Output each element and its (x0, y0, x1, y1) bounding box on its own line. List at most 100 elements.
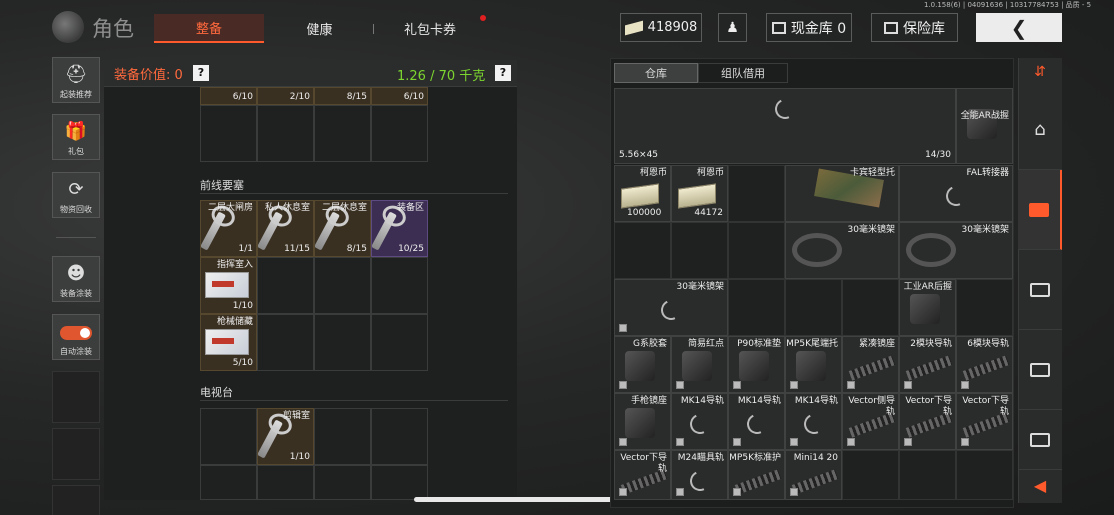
grid-cell[interactable] (257, 314, 314, 371)
grid-cell[interactable] (257, 105, 314, 162)
key-item[interactable]: 私人休息室 11/15 (257, 200, 314, 257)
scope-mount-item[interactable]: 30毫米镜架 (614, 279, 728, 336)
grid-cell[interactable] (728, 279, 785, 336)
cash-vault-label: 现金库 0 (790, 20, 847, 37)
item-name: 30毫米镜架 (961, 225, 1009, 235)
loadout-recommend-button[interactable]: ⛑ 起装推荐 (52, 57, 100, 103)
grid-cell[interactable] (956, 450, 1013, 500)
grid-cell[interactable] (371, 465, 428, 500)
grid-cell[interactable] (257, 465, 314, 500)
nav-home[interactable]: ⌂ (1018, 90, 1062, 170)
attachment-item[interactable]: MK14导轨 (671, 393, 728, 450)
safe-button[interactable]: 保险库 (871, 13, 958, 42)
item-name: 30毫米镜架 (676, 282, 724, 292)
grid-cell[interactable] (314, 314, 371, 371)
grid-cell[interactable] (314, 257, 371, 314)
attachment-item[interactable]: 2模块导轨 (899, 336, 956, 393)
attachment-item[interactable]: 简易红点 (671, 336, 728, 393)
back-button[interactable]: ❮ (976, 13, 1062, 42)
key-item[interactable]: 6/10 (200, 87, 257, 105)
grid-cell[interactable] (200, 105, 257, 162)
grid-cell[interactable] (371, 257, 428, 314)
item-count: 5/10 (232, 358, 253, 368)
attachment-item[interactable]: 紧凑镜座 (842, 336, 899, 393)
grid-cell[interactable] (371, 408, 428, 465)
key-item[interactable]: 二层休息室 8/15 (314, 200, 371, 257)
grid-cell[interactable] (314, 408, 371, 465)
attachment-item[interactable]: MK14导轨 (728, 393, 785, 450)
grid-cell[interactable] (314, 465, 371, 500)
attachment-item[interactable]: M24瞄具轨 (671, 450, 728, 500)
attachment-item[interactable]: 6模块导轨 (956, 336, 1013, 393)
attachment-item[interactable]: P90标准垫 (728, 336, 785, 393)
tab-gift-cards[interactable]: 礼包卡券 (380, 14, 480, 43)
tab-health[interactable]: 健康 (272, 14, 367, 43)
adapter-item[interactable]: FAL转接器 (899, 165, 1013, 222)
scope-mount-item[interactable]: 30毫米镜架 (785, 222, 899, 279)
nav-storage-1[interactable] (1018, 170, 1062, 250)
stock-item[interactable]: 卡宾轻型托 (785, 165, 899, 222)
ammo-item[interactable]: 5.56×45 14/30 (614, 88, 956, 164)
attachment-item[interactable]: MK14导轨 (785, 393, 842, 450)
item-name: Vector下导轨 (962, 396, 1009, 417)
scope-mount-item[interactable]: 30毫米镜架 (899, 222, 1013, 279)
key-item[interactable]: 剪辑室 1/10 (257, 408, 314, 465)
tab-equip[interactable]: 整备 (154, 14, 264, 43)
gift-button[interactable]: 🎁 礼包 (52, 114, 100, 160)
key-item[interactable]: 装备区 10/25 (371, 200, 428, 257)
trader-button[interactable]: ♟ (718, 13, 747, 42)
grid-cell[interactable] (371, 314, 428, 371)
help-icon[interactable]: ? (495, 65, 511, 81)
grid-cell[interactable] (728, 222, 785, 279)
key-item[interactable]: 2/10 (257, 87, 314, 105)
tab-warehouse[interactable]: 仓库 (614, 63, 698, 83)
coin-item[interactable]: 柯恩币 100000 (614, 165, 671, 222)
grid-cell[interactable] (314, 105, 371, 162)
key-item[interactable]: 6/10 (371, 87, 428, 105)
grid-cell[interactable] (728, 165, 785, 222)
auto-skin-toggle[interactable]: 自动涂装 (52, 314, 100, 360)
grid-cell[interactable] (614, 222, 671, 279)
coin-item[interactable]: 柯恩币 44172 (671, 165, 728, 222)
grid-cell[interactable] (785, 279, 842, 336)
grid-cell[interactable] (200, 465, 257, 500)
sort-icon[interactable]: ⇵ (1028, 64, 1052, 80)
nav-storage-4[interactable] (1018, 410, 1062, 470)
toggle-switch[interactable] (60, 326, 92, 340)
currency-display[interactable]: 418908 (620, 13, 702, 42)
attachment-item[interactable]: Vector下导轨 (956, 393, 1013, 450)
grid-cell[interactable] (899, 450, 956, 500)
key-item[interactable]: 二层大闸房 1/1 (200, 200, 257, 257)
cash-vault-button[interactable]: 现金库 0 (766, 13, 852, 42)
help-icon[interactable]: ? (193, 65, 209, 81)
attachment-item[interactable]: MP5K尾端托 (785, 336, 842, 393)
grid-cell[interactable] (671, 222, 728, 279)
grid-cell[interactable] (371, 105, 428, 162)
cube-icon (733, 381, 741, 389)
grid-cell[interactable] (842, 450, 899, 500)
grip-item[interactable]: 工业AR后握 (899, 279, 956, 336)
attachment-item[interactable]: Vector下导轨 (899, 393, 956, 450)
attachment-item[interactable]: Vector侧导轨 (842, 393, 899, 450)
grip-item[interactable]: 全能AR战握 (956, 88, 1013, 164)
nav-storage-3[interactable] (1018, 330, 1062, 410)
grid-cell[interactable] (842, 279, 899, 336)
attachment-item[interactable]: Vector下导轨 (614, 450, 671, 500)
equip-skin-button[interactable]: ☻ 装备涂装 (52, 256, 100, 302)
tab-team-borrow[interactable]: 组队借用 (698, 63, 788, 83)
key-item[interactable]: 8/15 (314, 87, 371, 105)
grid-cell[interactable] (956, 279, 1013, 336)
recycle-button[interactable]: ⟳ 物资回收 (52, 172, 100, 218)
nav-storage-2[interactable] (1018, 250, 1062, 330)
grid-cell[interactable] (257, 257, 314, 314)
collapse-left-icon[interactable]: ◀ (1022, 472, 1058, 500)
attachment-item[interactable]: 手枪镜座 (614, 393, 671, 450)
cube-icon (733, 438, 741, 446)
cube-icon (619, 381, 627, 389)
keycard-item[interactable]: 指挥室入 1/10 (200, 257, 257, 314)
grid-cell[interactable] (200, 408, 257, 465)
attachment-item[interactable]: G系胶套 (614, 336, 671, 393)
attachment-item[interactable]: MP5K标准护 (728, 450, 785, 500)
keycard-item[interactable]: 枪械储藏 5/10 (200, 314, 257, 371)
attachment-item[interactable]: Mini14 20 (785, 450, 842, 500)
